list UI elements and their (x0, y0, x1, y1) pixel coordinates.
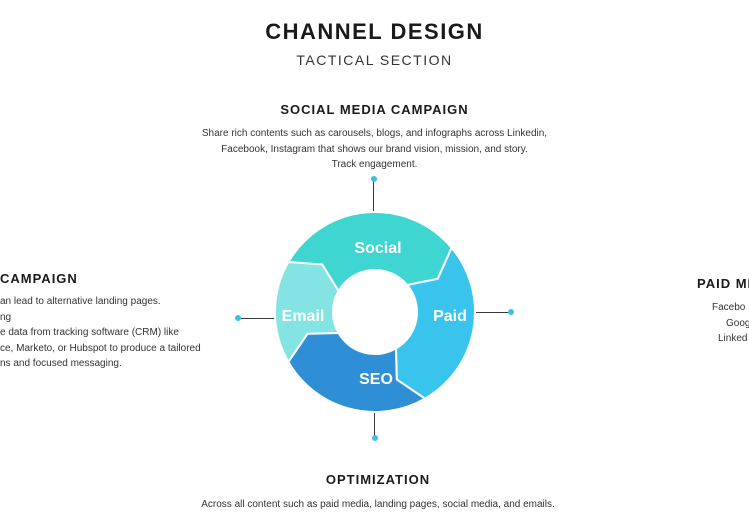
paid-line: Linked (718, 333, 748, 344)
social-heading: SOCIAL MEDIA CAMPAIGN (280, 102, 469, 117)
email-line: ns and focused messaging. (0, 358, 122, 369)
segment-label-email: Email (282, 308, 325, 325)
connector-dot-top (371, 176, 377, 182)
segment-label-social: Social (354, 240, 401, 257)
social-line: Share rich contents such as carousels, b… (201, 128, 548, 139)
page-subtitle: TACTICAL SECTION (296, 52, 453, 68)
optimization-heading: OPTIMIZATION (325, 472, 431, 487)
email-line: an lead to alternative landing pages. (0, 296, 161, 307)
paid-line: Facebo (712, 302, 746, 313)
optimization-description: Across all content such as paid media, l… (0, 497, 749, 513)
connector-right (476, 312, 510, 313)
connector-dot-left (235, 315, 241, 321)
social-description: Share rich contents such as carousels, b… (150, 126, 599, 173)
email-line: e data from tracking software (CRM) like (0, 327, 179, 338)
email-line: ng (0, 311, 12, 323)
connector-dot-right (508, 309, 514, 315)
paid-heading: PAID MI (697, 276, 749, 291)
paid-description: Facebo Goog Linked (712, 300, 749, 347)
paid-line: Goog (726, 317, 749, 329)
page-title: CHANNEL DESIGN (265, 19, 484, 44)
social-line: Facebook, Instagram that shows our brand… (221, 143, 528, 155)
connector-dot-bottom (372, 435, 378, 441)
email-line: ce, Marketo, or Hubspot to produce a tai… (0, 342, 201, 354)
segment-label-paid: Paid (433, 308, 467, 325)
social-line: Track engagement. (331, 159, 418, 170)
email-heading: CAMPAIGN (0, 271, 78, 286)
channel-cycle-wheel: Social Paid SEO Email (274, 210, 476, 413)
segment-label-seo: SEO (359, 371, 393, 388)
optimization-line: Across all content such as paid media, l… (201, 499, 555, 510)
email-description: an lead to alternative landing pages. ng… (0, 294, 230, 372)
